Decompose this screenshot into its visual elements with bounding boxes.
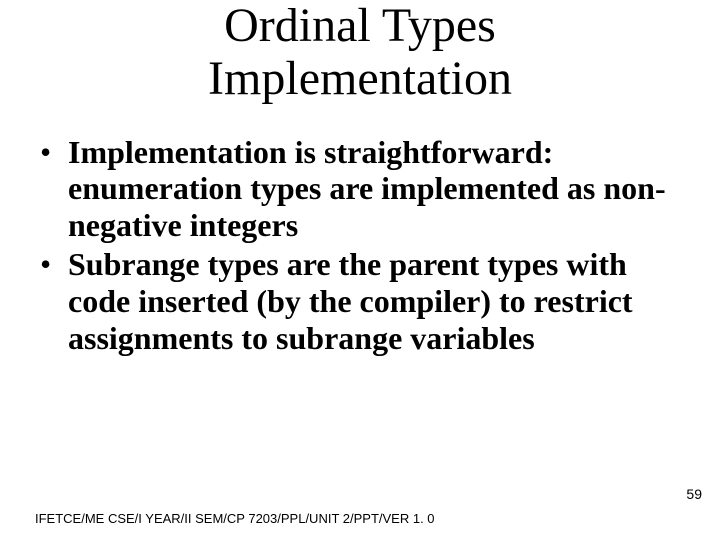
page-number: 59 xyxy=(686,486,702,502)
bullet-text: Implementation is straightforward: enume… xyxy=(68,134,666,244)
footer-text: IFETCE/ME CSE/I YEAR/II SEM/CP 7203/PPL/… xyxy=(35,511,435,526)
bullet-text: Subrange types are the parent types with… xyxy=(68,246,633,356)
title-line-2: Implementation xyxy=(208,52,512,105)
title-line-1: Ordinal Types xyxy=(224,0,496,52)
bullet-item: Implementation is straightforward: enume… xyxy=(38,134,682,244)
bullet-item: Subrange types are the parent types with… xyxy=(38,246,682,356)
slide-title: Ordinal Types Implementation xyxy=(0,0,720,106)
bullet-list: Implementation is straightforward: enume… xyxy=(0,106,720,357)
